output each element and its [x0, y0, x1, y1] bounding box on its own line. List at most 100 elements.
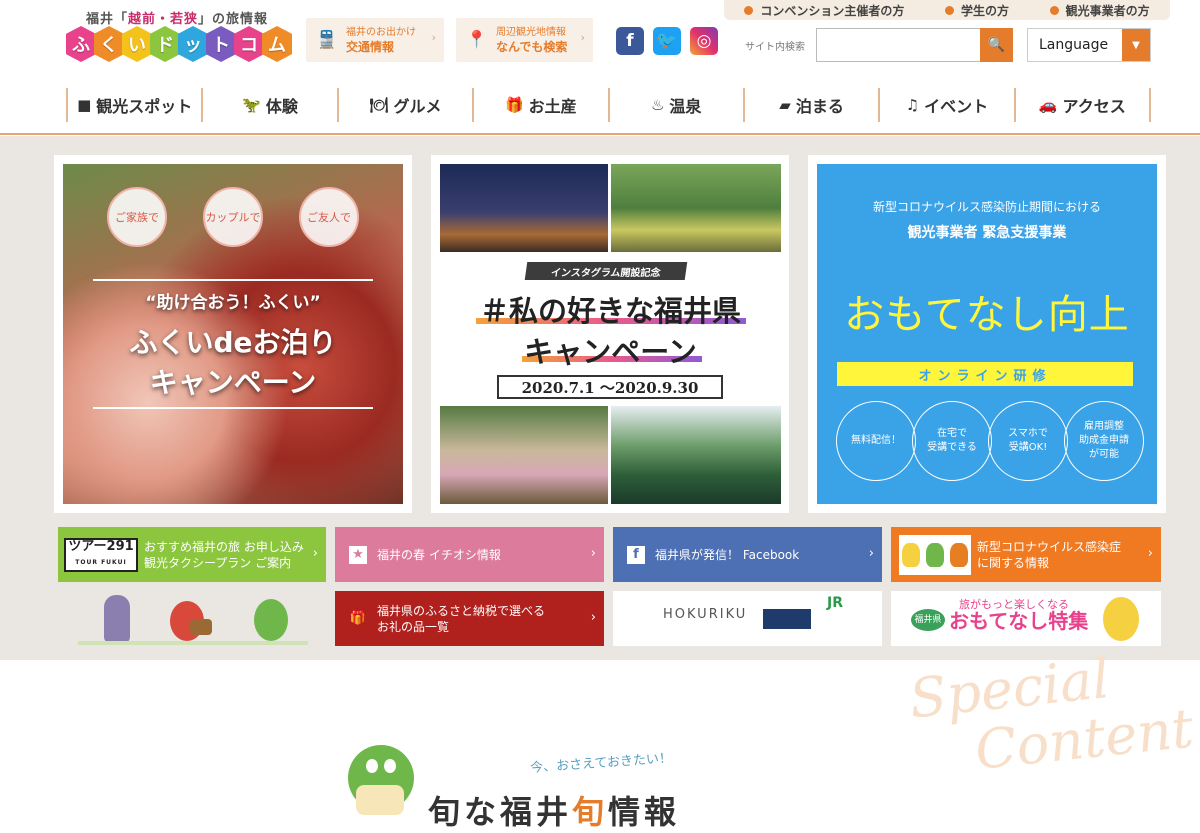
train-icon: 🚆 [316, 30, 338, 50]
nav-item-5[interactable]: ▰ 泊まる [745, 88, 881, 122]
banner-omotenashi-training[interactable]: 新型コロナウイルス感染防止期間における 観光事業者 緊急支援事業 おもてなし向上… [808, 155, 1166, 513]
chevron-right-icon: › [1147, 546, 1153, 561]
bubble-couple: カップルで [203, 187, 263, 247]
mascot-purple [104, 595, 130, 643]
twitter-icon[interactable]: 🐦 [653, 27, 681, 55]
banner-instagram-campaign[interactable]: インスタグラム開設記念 ＃私の好きな福井県 キャンペーン 2020.7.1 〜2… [431, 155, 789, 513]
nav-label: 泊まる [795, 97, 844, 116]
sponsor-logo [763, 609, 811, 629]
banner-title-2: キャンペーン [524, 335, 697, 369]
mascot-icon [1103, 597, 1139, 641]
omotenashi-title: おもてなし特集 [949, 609, 1089, 633]
banner-subtitle-2: 観光事業者 緊急支援事業 [907, 225, 1067, 241]
nav-label: お土産 [528, 97, 577, 116]
tour-fukui-logo: ツアー291 TOUR FUKUI [64, 537, 138, 572]
site-header: 福井「越前・若狭」の旅情報 ふくいドットコム 🚆 福井のお出かけ 交通情報 › 📍… [0, 0, 1200, 135]
special-content-watermark: Special Content [906, 646, 1197, 782]
logo-char: い [122, 26, 152, 62]
site-search-input[interactable] [816, 28, 980, 62]
chevron-right-icon: › [590, 546, 596, 561]
jr-logo: JR [827, 595, 843, 611]
instagram-icon[interactable]: ◎ [690, 27, 718, 55]
tile-spring-info[interactable]: ★ 福井の春 イチオシ情報 › [335, 527, 604, 582]
banner-subtitle: 新型コロナウイルス感染防止期間における [872, 200, 1101, 214]
dinosaur-icon: 🦖 [242, 96, 261, 114]
nav-item-4[interactable]: ♨ 温泉 [610, 88, 745, 122]
banner-image: インスタグラム開設記念 ＃私の好きな福井県 キャンペーン 2020.7.1 〜2… [440, 164, 781, 504]
nav-item-7[interactable]: 🚗 アクセス [1016, 88, 1151, 122]
facebook-icon[interactable]: f [616, 27, 644, 55]
nav-label: 体験 [265, 97, 298, 116]
chevron-right-icon: › [312, 546, 318, 561]
banner-title-2: キャンペーン [149, 366, 317, 399]
bullet-icon [944, 5, 954, 15]
gift-icon: 🎁 [504, 96, 524, 114]
hotspring-icon: ♨ [650, 96, 665, 114]
chevron-down-icon: ▼ [1122, 29, 1150, 61]
logo-char: ふ [66, 26, 96, 62]
photo-garden [611, 164, 781, 252]
logo-char: く [94, 26, 124, 62]
logo-char: コ [234, 26, 264, 62]
bullet-icon [1049, 5, 1059, 15]
chevron-right-icon: › [868, 546, 874, 561]
traffic-info-button[interactable]: 🚆 福井のお出かけ 交通情報 › [306, 18, 444, 62]
feature-circle: 無料配信！ [836, 401, 916, 481]
banner-title: ふくいdeお泊り [129, 326, 337, 359]
language-select[interactable]: Language ▼ [1027, 28, 1151, 62]
tile-omotenashi-feature[interactable]: 福井県 旅がもっと楽しくなる おもてなし特集 [891, 591, 1161, 646]
site-search-label: サイト内検索 [745, 42, 805, 53]
nav-label: イベント [924, 97, 989, 116]
map-pin-icon: 📍 [466, 30, 488, 50]
logo-char: ト [206, 26, 236, 62]
tile-hokuriku-jr[interactable]: HOKURIKU JR [613, 591, 882, 646]
feature-circle: 雇用調整 助成金申請 が可能 [1064, 401, 1144, 481]
tile-furusato-nozei[interactable]: 🎁 福井県のふるさと納税で選べる お礼の品一覧 › [335, 591, 604, 646]
chevron-right-icon: › [431, 31, 436, 44]
feature-circle: スマホで 受講OK! [988, 401, 1068, 481]
feature-circle: 在宅で 受講できる [912, 401, 992, 481]
link-tourism-business[interactable]: 観光事業者の方 [1049, 2, 1150, 19]
logo-tagline: 福井「越前・若狭」の旅情報 [86, 12, 269, 27]
music-icon: ♫ [905, 96, 920, 114]
link-convention[interactable]: コンベンション主催者の方 [744, 2, 904, 19]
sightseeing-search-button[interactable]: 📍 周辺観光地情報 なんでも検索 › [456, 18, 593, 62]
nav-item-2[interactable]: 🍽 グルメ [339, 88, 475, 122]
chevron-right-icon: › [590, 610, 596, 625]
online-training-label: オンライン研修 [837, 362, 1133, 386]
divider [93, 279, 373, 281]
dish-icon: 🍽 [369, 96, 389, 114]
nav-item-0[interactable]: ■ 観光スポット [68, 88, 204, 122]
hokuriku-logo: HOKURIKU [663, 607, 748, 622]
mascot-illustration [58, 591, 326, 646]
banner-title: ＃私の好きな福井県 [479, 294, 741, 328]
facebook-icon: f [627, 545, 645, 564]
camera-icon: ■ [77, 96, 92, 114]
chevron-right-icon: › [580, 31, 585, 44]
audience-links: コンベンション主催者の方 学生の方 観光事業者の方 [724, 0, 1170, 20]
mascot-eye [366, 759, 378, 773]
divider [93, 407, 373, 409]
nav-item-3[interactable]: 🎁 お土産 [474, 88, 610, 122]
search-icon: 🔍 [987, 37, 1006, 53]
search-button[interactable]: 🔍 [980, 28, 1013, 62]
star-icon: ★ [349, 545, 367, 564]
tile-facebook[interactable]: f 福井県が発信！ Facebook › [613, 527, 882, 582]
tile-covid-info[interactable]: 新型コロナウイルス感染症 に関する情報 › [891, 527, 1161, 582]
tile-tour-fukui[interactable]: ツアー291 TOUR FUKUI おすすめ福井の旅 お申し込み 観光タクシープラ… [58, 527, 326, 582]
banner-stay-campaign[interactable]: ご家族で カップルで ご友人で “助け合おう！ふくい” ふくいdeお泊り キャン… [54, 155, 412, 513]
section-headline: 旬な福井旬情報 [428, 793, 681, 831]
logo-char: ム [262, 26, 292, 62]
nav-label: アクセス [1062, 97, 1126, 116]
link-students[interactable]: 学生の方 [944, 2, 1009, 19]
nav-item-6[interactable]: ♫ イベント [880, 88, 1016, 122]
mascot-green [254, 599, 288, 641]
mascot-eye [384, 759, 396, 773]
banner-title: おもてなし向上 [844, 292, 1130, 338]
mascot-icon [899, 534, 971, 575]
nav-item-1[interactable]: 🦖 体験 [203, 88, 339, 122]
bubble-family: ご家族で [107, 187, 167, 247]
nav-label: 観光スポット [96, 97, 193, 116]
bubble-friends: ご友人で [299, 187, 359, 247]
site-logo[interactable]: ふくいドットコム [66, 26, 292, 62]
